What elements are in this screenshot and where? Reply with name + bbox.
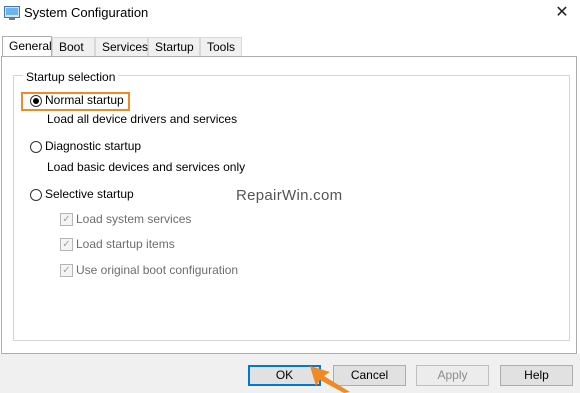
selective-startup-label[interactable]: Selective startup bbox=[45, 187, 134, 201]
tab-startup[interactable]: Startup bbox=[148, 37, 200, 56]
help-button[interactable]: Help bbox=[500, 365, 573, 386]
use-original-boot-config-label: Use original boot configuration bbox=[76, 263, 239, 277]
tab-general[interactable]: General bbox=[2, 36, 52, 57]
diagnostic-startup-label[interactable]: Diagnostic startup bbox=[45, 139, 141, 153]
apply-button: Apply bbox=[416, 365, 489, 386]
system-configuration-icon bbox=[4, 6, 20, 20]
title-bar: System Configuration ✕ bbox=[0, 0, 580, 29]
normal-startup-radio[interactable] bbox=[30, 95, 42, 107]
general-panel: Startup selection Normal startup Load al… bbox=[1, 56, 577, 354]
pointer-arrow-icon bbox=[310, 366, 350, 393]
load-system-services-label: Load system services bbox=[76, 212, 192, 226]
load-startup-items-label: Load startup items bbox=[76, 237, 175, 251]
diagnostic-startup-description: Load basic devices and services only bbox=[47, 160, 246, 174]
normal-startup-label[interactable]: Normal startup bbox=[45, 93, 124, 107]
load-system-services-checkbox[interactable]: ✓ bbox=[60, 213, 73, 226]
window-title: System Configuration bbox=[24, 5, 149, 20]
diagnostic-startup-radio[interactable] bbox=[30, 141, 42, 153]
load-startup-items-checkbox[interactable]: ✓ bbox=[60, 238, 73, 251]
use-original-boot-config-checkbox[interactable]: ✓ bbox=[60, 264, 73, 277]
tab-tools[interactable]: Tools bbox=[200, 37, 242, 56]
close-icon[interactable]: ✕ bbox=[550, 1, 574, 25]
selective-startup-radio[interactable] bbox=[30, 189, 42, 201]
normal-startup-description: Load all device drivers and services bbox=[47, 112, 238, 126]
watermark: RepairWin.com bbox=[236, 187, 343, 204]
tab-boot[interactable]: Boot bbox=[52, 37, 95, 56]
group-title: Startup selection bbox=[23, 70, 119, 84]
tab-services[interactable]: Services bbox=[95, 37, 148, 56]
